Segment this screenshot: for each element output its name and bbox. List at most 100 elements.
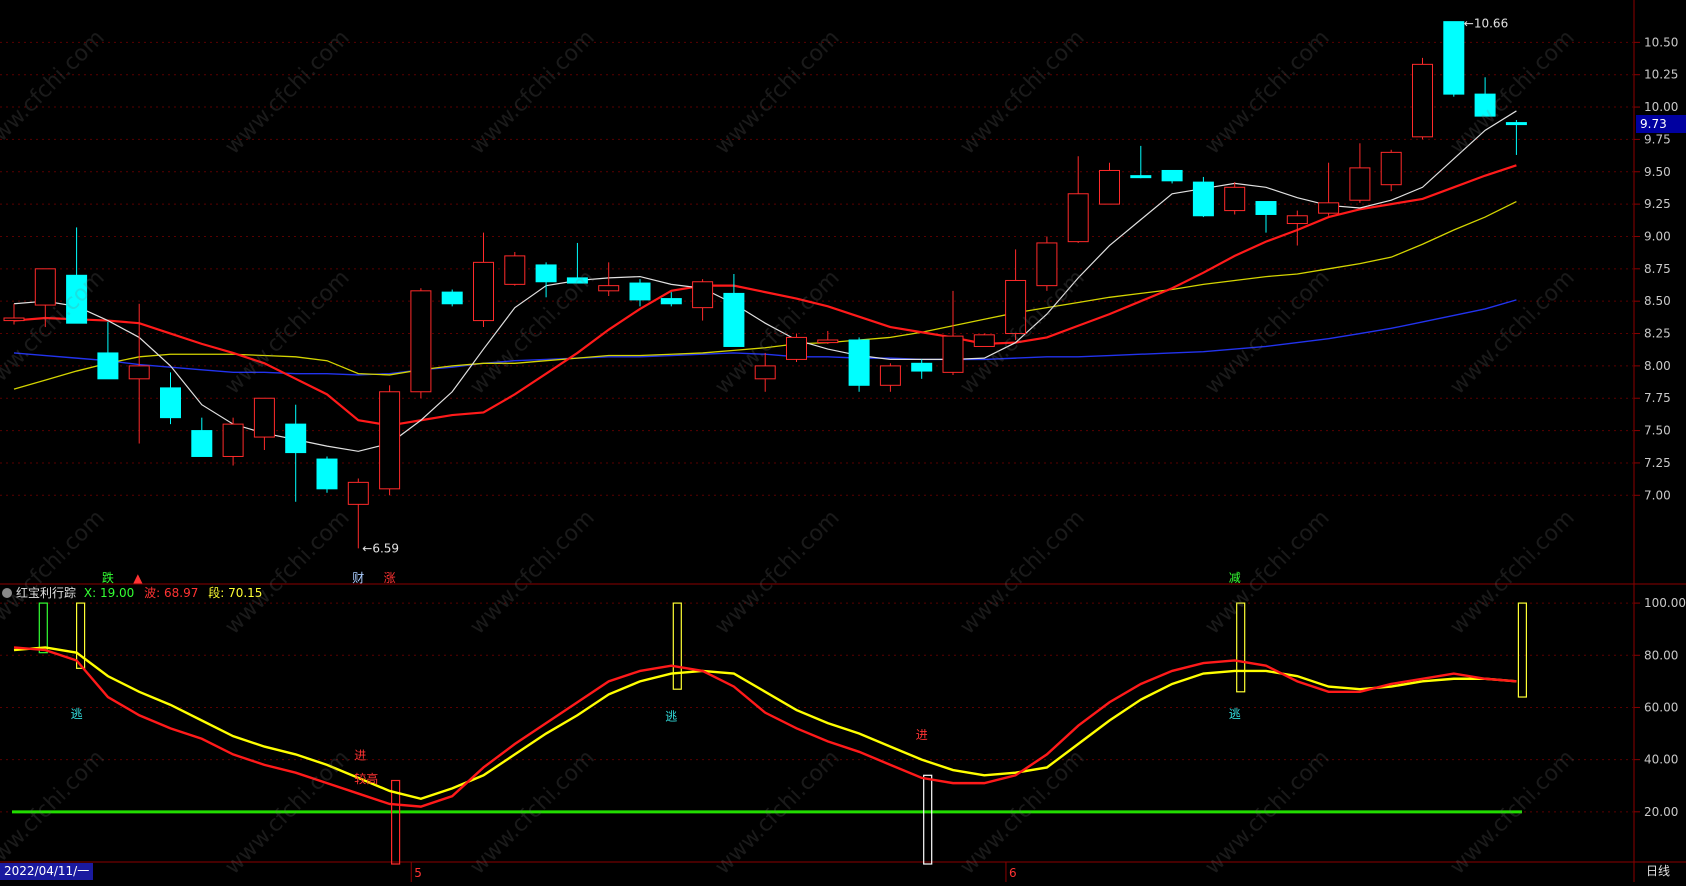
candle-body [97,352,119,380]
price-tick-label: 7.25 [1644,456,1671,470]
price-tick-label: 7.50 [1644,424,1671,438]
signal-label: 较高 [354,771,378,786]
price-tick-label: 9.75 [1644,132,1671,146]
candle-body [1130,175,1152,179]
candle-body [1286,215,1308,225]
price-tick-label: 8.00 [1644,359,1671,373]
candle-body [1099,169,1120,205]
indicator-x-value: 19.00 [99,586,135,600]
candle-body [879,365,901,386]
price-tick-label: 10.25 [1644,68,1678,82]
candle-body [253,397,275,438]
signal-bar [1517,602,1528,698]
candle-body [1036,242,1058,287]
price-tick-label: 9.00 [1644,229,1671,243]
collapse-icon[interactable] [2,587,12,598]
indicator-header: 红宝利行踪 X: 19.00 波: 68.97 段: 70.15 [2,585,262,601]
indicator-duan-value: 70.15 [228,586,263,600]
last-price-tag: 9.73 [1636,115,1686,133]
candle-body [379,391,401,490]
candle-body [1380,151,1402,186]
candle-body [1255,201,1277,215]
candle-body [692,281,714,309]
signal-label: 逃 [1229,707,1241,721]
candle-body [723,292,745,347]
ma5-line [13,110,1517,452]
candle-body [1349,167,1371,201]
candle-body [441,291,463,305]
candle-body [660,298,682,305]
candle-body [1474,93,1496,117]
candle-body [1161,169,1183,182]
indicator-tick-label: 40.00 [1644,753,1678,767]
price-tick-label: 7.00 [1644,488,1671,502]
candle-body [566,277,588,284]
indicator-bo-line [13,646,1517,808]
candle-body [911,362,933,372]
signal-bar [1236,602,1246,693]
signal-label: 逃 [665,710,677,724]
high-price-label: ←10.66 [1464,17,1508,31]
indicator-tick-label: 80.00 [1644,648,1678,662]
price-tick-label: 9.50 [1644,165,1671,179]
indicator-duan-label: 段: [208,586,225,600]
signal-label: 逃 [71,707,83,721]
event-label: 涨 [384,570,396,585]
indicator-bo-value: 68.97 [164,586,199,600]
kline-chart[interactable]: 10.50 10.25 10.00 9.75 9.50 9.25 9.00 8.75 8.50 8… [0,0,1686,882]
signal-bar [672,602,682,690]
candle-body [1412,63,1433,138]
candle-body [598,285,620,292]
candle-body [128,365,150,380]
candle-body [817,339,839,344]
price-tick-label: 10.50 [1644,35,1678,49]
candle-body [942,335,964,373]
event-label: 跌 [102,570,114,585]
indicator-name[interactable]: 红宝利行踪 [16,586,76,600]
cursor-date-box: 2022/04/11/一 [0,863,94,880]
low-price-label: ←6.59 [362,541,399,555]
candle-body [973,334,995,347]
price-tick-label: 7.75 [1644,391,1671,405]
indicator-x-label: X: [83,586,97,600]
price-tick-label: 10.00 [1644,100,1678,114]
indicator-bo-label: 波: [144,586,161,600]
price-tick-label: 8.25 [1644,327,1671,341]
candle-body [410,290,432,393]
candle-body [316,458,338,490]
event-label: ▲ [133,571,143,585]
signal-label: 进 [916,728,928,742]
candle-body [66,274,88,324]
candle-body [1318,202,1340,214]
indicator-tick-label: 100.00 [1644,596,1686,610]
indicator-tick-label: 60.00 [1644,700,1678,714]
month-tick-label: 6 [1009,866,1017,880]
candle-body [191,430,213,457]
candle-body [786,336,807,360]
signal-bar [38,602,48,654]
signal-label: 进 [354,749,366,763]
event-label: 财 [352,571,364,585]
event-label: 减 [1229,571,1241,585]
price-tick-label: 8.50 [1644,294,1671,308]
candle-body [504,255,526,285]
candle-body [754,365,776,380]
candle-body [1224,186,1246,212]
candle-body [1505,122,1527,126]
indicator-duan-line [13,646,1517,801]
period-label[interactable]: 日线 [1646,863,1670,880]
candle-body [1443,21,1465,95]
signal-bar [923,774,933,865]
candle-body [160,387,181,419]
candle-body [222,423,244,457]
candle-body [347,481,369,505]
candle-body [1192,181,1214,217]
candle-body [473,261,494,322]
candle-body [1067,193,1089,243]
price-tick-label: 8.75 [1644,262,1671,276]
month-tick-label: 5 [414,866,422,880]
candle-body [629,282,651,301]
candle-body [34,268,56,306]
candle-body [535,264,557,283]
candle-body [3,317,25,322]
